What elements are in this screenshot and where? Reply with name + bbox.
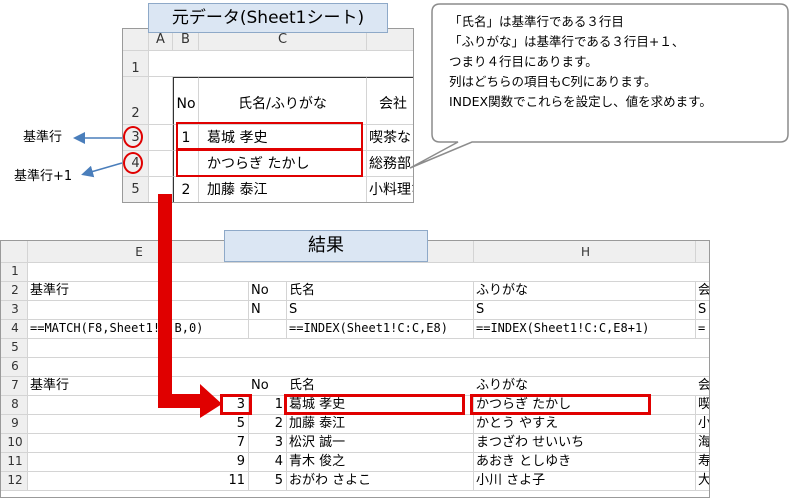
cell-f11[interactable]: 4 <box>249 453 287 472</box>
blue-arrows <box>73 132 123 178</box>
cell-f2[interactable]: No <box>249 282 287 301</box>
callout-line-4: 列はどちらの項目もC列にあります。 <box>449 74 657 89</box>
cell-g2[interactable]: 氏名 <box>287 282 474 301</box>
row-header-r2[interactable]: 2 <box>1 282 28 301</box>
row-header-r3[interactable]: 3 <box>1 301 28 320</box>
cell-i9[interactable]: 小 <box>696 415 709 434</box>
cell-e11[interactable]: 9 <box>28 453 249 472</box>
highlight-furigana-row4 <box>176 149 363 177</box>
column-header-i[interactable] <box>696 241 709 263</box>
cell-i3[interactable]: S <box>696 301 709 320</box>
cell-f12[interactable]: 5 <box>249 472 287 491</box>
row-header-r5[interactable]: 5 <box>1 339 28 358</box>
header-no[interactable]: No <box>173 77 199 125</box>
red-flow-arrow <box>158 194 222 418</box>
row-header-r8[interactable]: 8 <box>1 396 28 415</box>
result-title-tab: 結果 <box>224 230 428 262</box>
highlight-name-result <box>284 394 465 415</box>
cell-i12[interactable]: 大 <box>696 472 709 491</box>
base-row-plus1-label: 基準行+1 <box>14 169 73 184</box>
cell-h4-formula[interactable]: ==INDEX(Sheet1!C:C,E8+1) <box>474 320 696 339</box>
cell-h11[interactable]: あおき としゆき <box>474 453 696 472</box>
cell-g4-formula[interactable]: ==INDEX(Sheet1!C:C,E8) <box>287 320 474 339</box>
cell-i11[interactable]: 寿 <box>696 453 709 472</box>
cell-e10[interactable]: 7 <box>28 434 249 453</box>
column-header-h[interactable]: H <box>474 241 696 263</box>
row-header-r11[interactable]: 11 <box>1 453 28 472</box>
cell-a2[interactable] <box>149 77 173 125</box>
cell-i8[interactable]: 喫 <box>696 396 709 415</box>
header-name-furigana[interactable]: 氏名/ふりがな <box>199 77 367 125</box>
cell-d5[interactable]: 小料理な <box>367 177 413 202</box>
cell-h12[interactable]: 小川 さよ子 <box>474 472 696 491</box>
cell-f7[interactable]: No <box>249 377 287 396</box>
row-header-r10[interactable]: 10 <box>1 434 28 453</box>
cell-f9[interactable]: 2 <box>249 415 287 434</box>
cell-i4-formula[interactable]: = <box>696 320 709 339</box>
callout-line-3: つまり４行目にあります。 <box>449 54 598 69</box>
callout-text: 「氏名」は基準行である３行目 「ふりがな」は基準行である３行目+１、 つまり４行… <box>449 12 779 112</box>
select-all-corner-result[interactable] <box>1 241 28 263</box>
row-5-empty[interactable] <box>28 339 709 358</box>
row-header-1[interactable]: 1 <box>123 51 149 77</box>
callout-line-2: 「ふりがな」は基準行である３行目+１、 <box>449 34 685 49</box>
highlight-furigana-result <box>470 394 651 415</box>
cell-g11[interactable]: 青木 俊之 <box>287 453 474 472</box>
row-header-r1[interactable]: 1 <box>1 263 28 282</box>
cell-f3[interactable]: N <box>249 301 287 320</box>
row-header-2[interactable]: 2 <box>123 77 149 125</box>
base-row-label: 基準行 <box>23 130 63 145</box>
highlight-name-row3 <box>176 122 363 150</box>
row-header-r7[interactable]: 7 <box>1 377 28 396</box>
callout-line-1: 「氏名」は基準行である３行目 <box>449 14 624 29</box>
result-sheet: E H 1 2 3 4 5 6 7 8 9 10 11 12 基準行 No 氏名… <box>0 240 710 498</box>
cell-f8[interactable]: 1 <box>249 396 287 415</box>
cell-h3[interactable]: S <box>474 301 696 320</box>
cell-i7[interactable]: 会 <box>696 377 709 396</box>
cell-h10[interactable]: まつざわ せいいち <box>474 434 696 453</box>
cell-a4[interactable] <box>149 151 173 177</box>
cell-h9[interactable]: かとう やすえ <box>474 415 696 434</box>
row-6-empty[interactable] <box>28 358 709 377</box>
cell-e12[interactable]: 11 <box>28 472 249 491</box>
source-title-tab: 元データ(Sheet1シート) <box>148 3 388 33</box>
row-1-empty[interactable] <box>28 263 709 282</box>
callout-line-5: INDEX関数でこれらを設定し、値を求めます。 <box>449 94 712 109</box>
cell-g10[interactable]: 松沢 誠一 <box>287 434 474 453</box>
cell-i10[interactable]: 海 <box>696 434 709 453</box>
cell-g9[interactable]: 加藤 泰江 <box>287 415 474 434</box>
row-header-r4[interactable]: 4 <box>1 320 28 339</box>
row-header-r12[interactable]: 12 <box>1 472 28 491</box>
cell-g3[interactable]: S <box>287 301 474 320</box>
cell-i2[interactable]: 会 <box>696 282 709 301</box>
cell-g12[interactable]: おがわ さよこ <box>287 472 474 491</box>
row-header-r9[interactable]: 9 <box>1 415 28 434</box>
cell-f10[interactable]: 3 <box>249 434 287 453</box>
cell-f4[interactable] <box>249 320 287 339</box>
cell-h2[interactable]: ふりがな <box>474 282 696 301</box>
cell-a3[interactable] <box>149 125 173 151</box>
select-all-corner[interactable] <box>123 29 149 51</box>
row-header-r6[interactable]: 6 <box>1 358 28 377</box>
